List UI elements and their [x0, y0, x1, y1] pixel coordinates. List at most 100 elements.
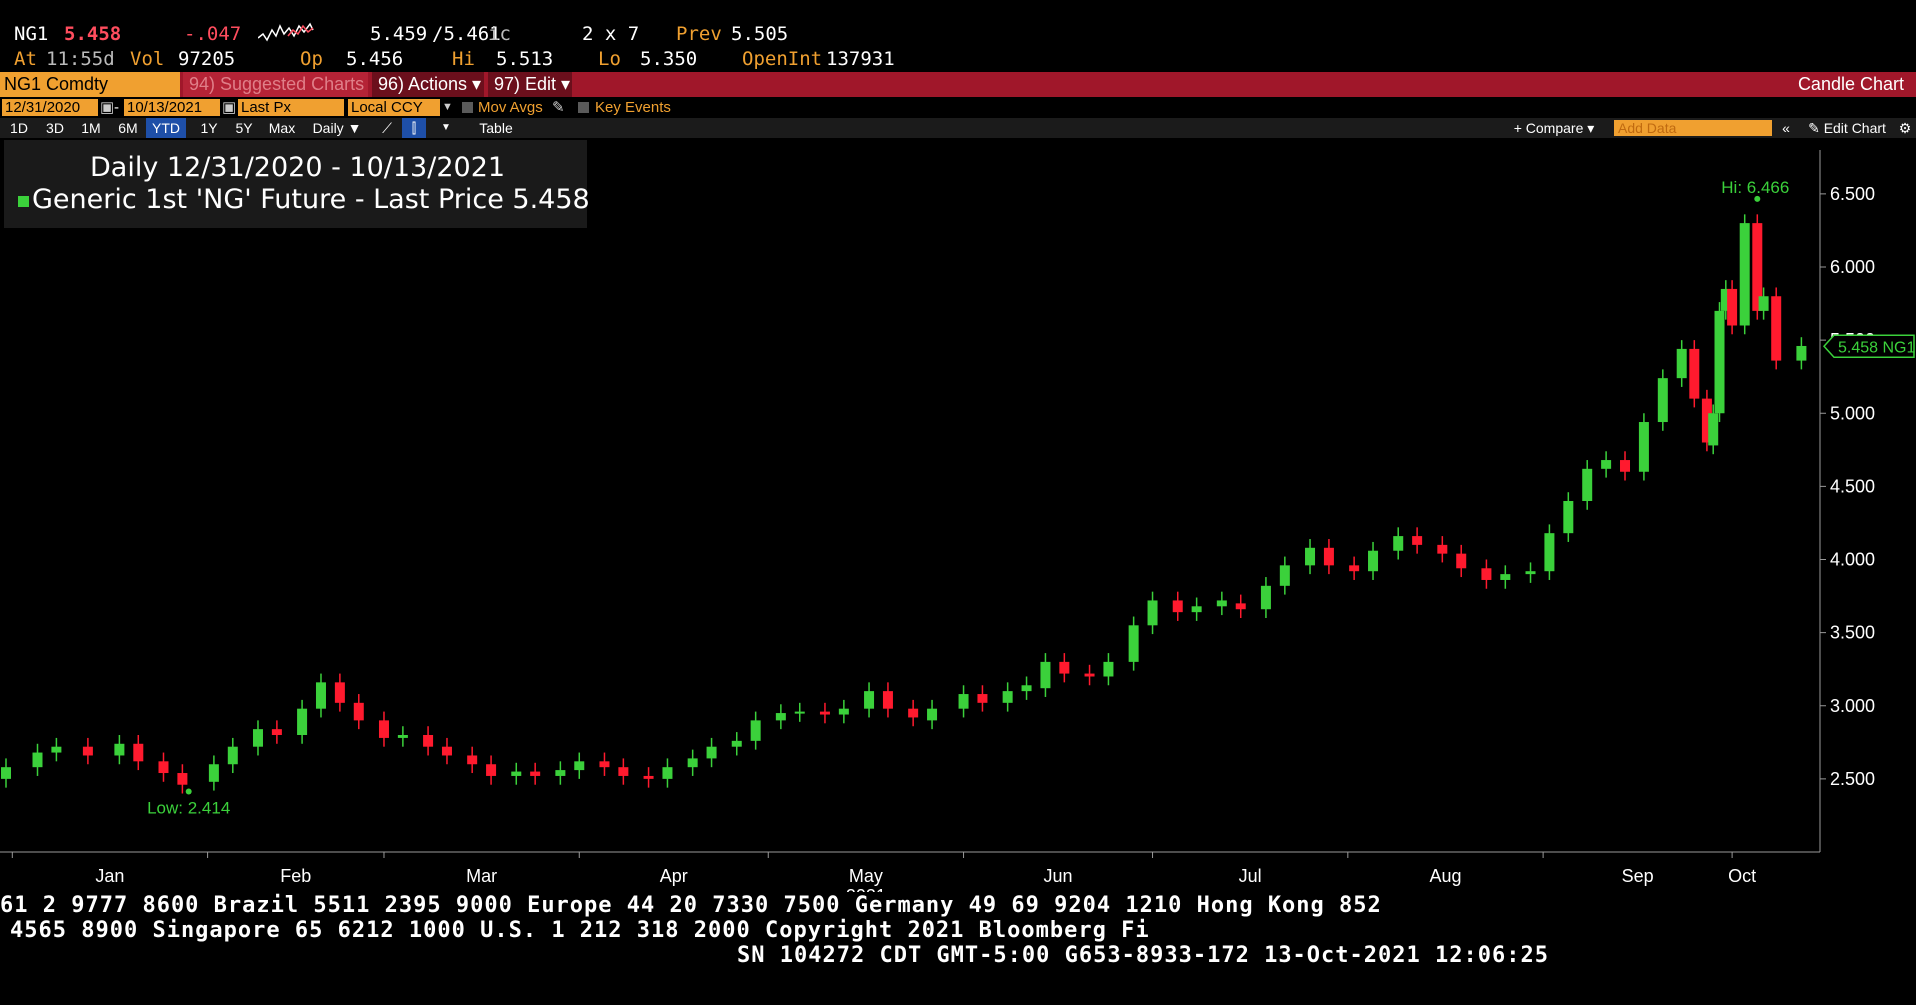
gear-icon[interactable]: ⚙ [1896, 118, 1914, 138]
edit-chart-button[interactable]: ✎ Edit Chart [1800, 118, 1894, 138]
range-5y-button[interactable]: 5Y [229, 118, 259, 138]
candle-body [1689, 348, 1700, 399]
frequency-select[interactable]: Daily ▼ [306, 118, 368, 138]
candle-body [133, 743, 144, 762]
range-1m-button[interactable]: 1M [76, 118, 106, 138]
candle-body [82, 746, 93, 756]
quote-vol: 97205 [178, 48, 236, 70]
candle-body [511, 771, 522, 776]
candle-body [1002, 691, 1013, 703]
range-max-button[interactable]: Max [265, 118, 299, 138]
range-1d-button[interactable]: 1D [4, 118, 34, 138]
edit-chart-label: Edit Chart [1823, 120, 1886, 136]
quote-lo-label: Lo [598, 48, 621, 70]
candle-body [1147, 600, 1158, 626]
candle-body [1040, 661, 1051, 689]
candle-body [1563, 501, 1574, 534]
x-tick-label: Jul [1239, 866, 1262, 886]
candle-body [441, 746, 452, 756]
actions-menu-button[interactable]: 96) Actions ▾ [372, 72, 484, 97]
candle-body [1172, 600, 1183, 613]
quote-high: 5.513 [496, 48, 554, 70]
quote-op-label: Op [300, 48, 323, 70]
chart-type-label: Candle Chart [1797, 74, 1904, 94]
candle-body [423, 735, 434, 747]
key-events-label: Key Events [595, 99, 671, 116]
low-annotation: Low: 2.414 [147, 798, 230, 817]
quote-hi-label: Hi [452, 48, 475, 70]
candle-body [662, 767, 673, 779]
candle-body [1638, 422, 1649, 472]
x-tick-label: Feb [280, 866, 311, 886]
candle-body [114, 743, 125, 756]
line-chart-icon[interactable]: ⟋ [376, 118, 398, 138]
range-3d-button[interactable]: 3D [40, 118, 70, 138]
ticker-input[interactable]: NG1 Comdty [0, 72, 180, 97]
chart-legend: Daily 12/31/2020 - 10/13/2021 Generic 1s… [4, 140, 590, 228]
candle-body [958, 694, 969, 709]
key-events-checkbox[interactable] [578, 102, 589, 113]
y-tick-label: 3.000 [1830, 696, 1875, 716]
candle-body [908, 708, 919, 718]
mov-avgs-checkbox[interactable] [462, 102, 473, 113]
candle-body [977, 694, 988, 703]
candle-body [1714, 310, 1725, 414]
table-button[interactable]: Table [472, 118, 520, 138]
candle-body [32, 752, 43, 768]
legend-last-value: 5.458 [512, 184, 590, 215]
range-1y-button[interactable]: 1Y [194, 118, 224, 138]
calendar-icon[interactable]: ▣ [100, 99, 114, 116]
edit-menu-button[interactable]: 97) Edit ▾ [488, 72, 572, 97]
start-date-field[interactable]: 12/31/2020 [2, 99, 98, 116]
calendar-icon[interactable]: ▣ [222, 99, 236, 116]
footer-line-1: 61 2 9777 8600 Brazil 5511 2395 9000 Eur… [0, 893, 1382, 918]
quote-oi-label: OpenInt [742, 48, 823, 70]
candle-body [1796, 345, 1807, 361]
candle-body [643, 775, 654, 779]
candle-chart-icon[interactable]: ⫿ [402, 118, 426, 138]
y-tick-label: 6.500 [1830, 184, 1875, 204]
field-select[interactable]: Last Px [238, 99, 344, 116]
candle-body [687, 758, 698, 768]
suggested-charts-button[interactable]: 94) Suggested Charts [183, 72, 368, 97]
y-tick-label: 4.000 [1830, 550, 1875, 570]
end-date-field[interactable]: 10/13/2021 [124, 99, 220, 116]
quote-at-label: At [14, 48, 37, 70]
candle-body [927, 708, 938, 721]
range-ytd-button[interactable]: YTD [146, 118, 186, 138]
range-6m-button[interactable]: 6M [113, 118, 143, 138]
pencil-icon[interactable]: ✎ [552, 99, 565, 116]
candle-body [1544, 533, 1555, 572]
pencil-icon: ✎ [1808, 120, 1824, 136]
quote-prev: 5.505 [731, 23, 789, 45]
candle-body [530, 771, 541, 776]
quote-vol-label: Vol [130, 48, 165, 70]
legend-title: Daily 12/31/2020 - 10/13/2021 [90, 152, 506, 183]
candle-body [1620, 460, 1631, 472]
candle-body [864, 691, 875, 709]
currency-select[interactable]: Local CCY [348, 99, 440, 116]
add-data-input[interactable]: Add Data [1614, 120, 1772, 136]
quote-last: 5.458 [64, 23, 122, 45]
candle-body [1103, 661, 1114, 677]
y-tick-label: 5.000 [1830, 403, 1875, 423]
candle-body [555, 770, 566, 776]
candle-body [208, 764, 219, 782]
x-tick-label: May [849, 866, 883, 886]
x-tick-label: Aug [1429, 866, 1461, 886]
candle-body [706, 746, 717, 759]
x-tick-label: Apr [660, 866, 688, 886]
compare-button[interactable]: + Compare ▾ [1506, 118, 1602, 138]
candle-body [1260, 585, 1271, 610]
candle-body [353, 702, 364, 721]
mov-avgs-label: Mov Avgs [478, 99, 543, 116]
candle-chart: 2.5003.0003.5004.0004.5005.0005.5006.000… [0, 150, 1915, 892]
collapse-icon[interactable]: « [1776, 118, 1796, 138]
chevron-down-icon[interactable]: ▼ [442, 99, 453, 116]
candle-body [1582, 468, 1593, 501]
candle-body [252, 729, 263, 747]
candle-body [467, 755, 478, 765]
candle-body [158, 761, 169, 774]
chevron-down-icon[interactable]: ▼ [436, 118, 456, 138]
candle-body [271, 729, 282, 735]
